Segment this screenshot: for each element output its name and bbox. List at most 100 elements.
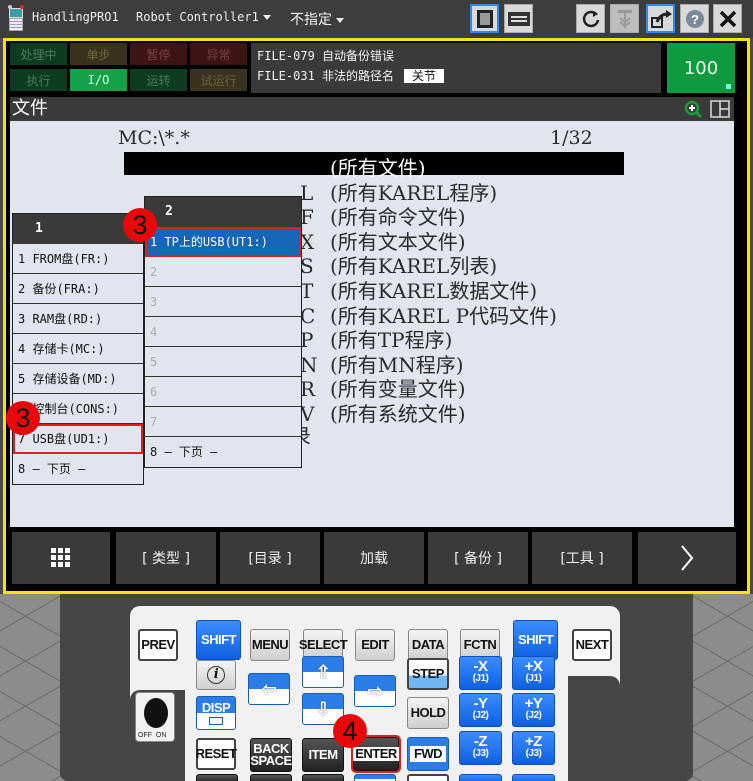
switch-label: OFF ON [138, 732, 167, 739]
bottom-row-key[interactable] [302, 774, 344, 781]
softkey-directory[interactable]: [目录 ] [220, 532, 320, 584]
device-menu-item[interactable]: 4 存储卡(MC:) [13, 334, 143, 364]
key-label: -Z [473, 733, 488, 750]
key-label: SPACE [250, 753, 292, 768]
shift-key-right[interactable]: SHIFT [513, 620, 558, 660]
tool-key[interactable] [354, 774, 396, 781]
menu-grid-icon [51, 548, 70, 567]
export-icon [650, 9, 672, 28]
alarm-message-box: FILE-079 自动备份错误 FILE-031 非法的路径名 关节 [251, 43, 661, 93]
jog-plus-z-key[interactable]: +Z (J3) [512, 731, 555, 765]
file-list-area: MC:\*.* 1/32 (所有文件) L (所有KAREL程序) F (所有命令文件)… [6, 121, 734, 527]
key-label: FCTN [463, 637, 497, 652]
device-menu-item[interactable]: 3 RAM盘(RD:) [13, 304, 143, 334]
disp-key[interactable]: DISP [196, 696, 236, 730]
speed-override[interactable]: 100 [667, 43, 735, 93]
fwd-key[interactable]: FWD [407, 737, 449, 771]
robot-icon [617, 9, 632, 28]
split-screen-icon[interactable] [710, 100, 730, 118]
device-menu-item[interactable]: 8 — 下页 — [13, 454, 143, 484]
keypad-notch [568, 676, 620, 781]
backspace-key[interactable]: BACK SPACE [250, 738, 292, 772]
device-menu-item[interactable]: 2 备份(FRA:) [13, 274, 143, 304]
device-menu-item[interactable]: 3 [145, 287, 301, 317]
export-button[interactable] [646, 4, 675, 33]
indicator-tcyc: 试运行 [190, 69, 247, 91]
key-label: DATA [411, 637, 445, 652]
alarm-code: FILE-079 [257, 49, 315, 63]
jog-minus-z-key[interactable]: -Z (J3) [459, 731, 502, 765]
key-sublabel: (J3) [472, 748, 489, 759]
jog-plus-y-key[interactable]: +Y (J2) [512, 693, 555, 727]
key-label: +Y [524, 695, 543, 712]
alarm-code: FILE-031 [257, 69, 315, 83]
step-badge: 3 [6, 401, 40, 435]
key-sublabel: (J1) [525, 673, 542, 684]
arrow-left-icon: ⇦ [261, 679, 277, 699]
step-key[interactable]: STEP [407, 658, 449, 690]
close-button[interactable] [713, 4, 742, 33]
device-menu-item[interactable]: 2 [145, 257, 301, 287]
shift-key-left[interactable]: SHIFT [196, 620, 241, 660]
alarm-text: 非法的路径名 [322, 69, 395, 83]
enable-switch[interactable]: OFF ON [135, 692, 175, 742]
up-arrow-key[interactable]: ⇧ [302, 656, 344, 688]
data-key[interactable]: DATA [408, 629, 448, 661]
hold-key[interactable]: HOLD [407, 697, 449, 729]
bottom-row-key[interactable] [407, 774, 449, 781]
chevron-down-icon [336, 17, 344, 23]
teach-pendant-button[interactable] [470, 4, 499, 33]
jog-minus-x-key[interactable]: -X (J1) [459, 656, 502, 690]
file-desc: (所有系统文件) [330, 402, 466, 426]
key-label: ENTER [353, 746, 399, 761]
softkey-utility[interactable]: [工具 ] [532, 532, 632, 584]
controller-dropdown[interactable]: Robot Controller1 [136, 10, 271, 24]
device-menu-item[interactable]: 5 存储设备(MD:) [13, 364, 143, 394]
keyboard-icon [507, 11, 530, 26]
device-menu-item[interactable]: 1 FROM盘(FR:) [13, 244, 143, 274]
softkey-menu[interactable] [12, 532, 110, 584]
device-menu-item[interactable]: 7 [145, 407, 301, 437]
keyboard-button[interactable] [504, 4, 533, 33]
device-menu-item[interactable]: 5 [145, 347, 301, 377]
device-menu-item[interactable]: 1 TP上的USB(UT1:) [145, 227, 301, 257]
key-sublabel: (J3) [525, 748, 542, 759]
step-badge: 3 [123, 208, 157, 242]
help-button[interactable]: ? [680, 4, 709, 33]
prev-key[interactable]: PREV [138, 629, 178, 661]
jog-minus-y-key[interactable]: -Y (J2) [459, 693, 502, 727]
softkey-next[interactable] [638, 532, 736, 584]
menu-key[interactable]: MENU [250, 629, 290, 661]
key-label: HOLD [410, 705, 446, 720]
file-type-row[interactable]: V (所有系统文件) [300, 398, 466, 427]
info-key[interactable]: i [196, 660, 236, 690]
softkey-load[interactable]: 加载 [324, 532, 424, 584]
robot-button[interactable] [610, 4, 639, 33]
device-menu-item[interactable]: 4 [145, 317, 301, 347]
right-arrow-key[interactable]: ⇨ [354, 675, 396, 707]
device-menu-item[interactable]: 6 [145, 377, 301, 407]
info-icon: i [207, 666, 225, 684]
chevron-down-icon [262, 15, 271, 20]
page-indicator: 1/32 [550, 127, 593, 149]
left-arrow-key[interactable]: ⇦ [248, 673, 290, 705]
refresh-icon [582, 10, 599, 27]
bottom-row-key[interactable] [459, 774, 502, 781]
next-key[interactable]: NEXT [572, 629, 612, 661]
edit-key[interactable]: EDIT [355, 629, 395, 661]
softkey-type[interactable]: [ 类型 ] [116, 532, 216, 584]
indicator-busy: 处理中 [10, 43, 67, 65]
refresh-button[interactable] [576, 4, 605, 33]
screen-header: 文件 [10, 97, 734, 121]
device-menu-item[interactable]: 8 — 下页 — [145, 437, 301, 467]
bottom-row-key[interactable] [250, 774, 292, 781]
jog-plus-x-key[interactable]: +X (J1) [512, 656, 555, 690]
mode-dropdown[interactable]: 不指定 [290, 9, 344, 29]
teach-pendant-app-icon [8, 5, 24, 31]
reset-key[interactable]: RESET [196, 738, 237, 770]
bottom-row-key[interactable] [196, 774, 238, 781]
softkey-backup[interactable]: [ 备份 ] [428, 532, 528, 584]
popup-header: 2 [145, 197, 301, 227]
zoom-in-icon[interactable] [684, 100, 704, 120]
bottom-row-key[interactable] [512, 774, 555, 781]
